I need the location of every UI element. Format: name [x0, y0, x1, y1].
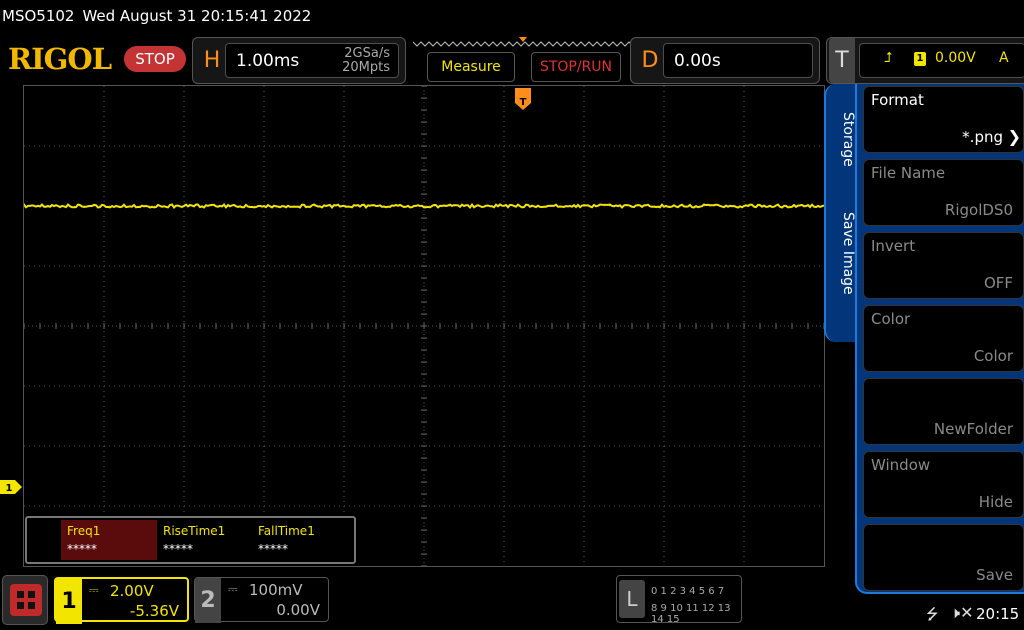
- menu-item-save[interactable]: Save: [863, 524, 1024, 591]
- dc-coupling-icon: ⎓: [89, 583, 99, 598]
- menu-item-value: Hide: [979, 493, 1013, 511]
- menu-item-window[interactable]: Window Hide: [863, 451, 1024, 518]
- channel-1-number: 1: [56, 579, 82, 624]
- menu-item-title: Window: [871, 456, 930, 474]
- waveform-display[interactable]: [23, 85, 825, 567]
- memory-overview-strip: [413, 37, 635, 51]
- trigger-level: 0.00V: [935, 50, 976, 66]
- home-button[interactable]: [2, 575, 48, 625]
- trigger-position-marker[interactable]: T: [515, 88, 531, 110]
- acquisition-info: 2GSa/s 20Mpts: [342, 47, 390, 75]
- grid-menu-icon: [10, 584, 42, 616]
- date-time: Wed August 31 20:15:41 2022: [82, 7, 311, 25]
- sound-muted-icon[interactable]: 🕨✕: [950, 603, 974, 623]
- system-clock: 20:15: [976, 605, 1019, 623]
- tab-storage[interactable]: Storage: [830, 112, 856, 167]
- measurement-name: FallTime1: [258, 524, 348, 538]
- status-line: MSO5102 Wed August 31 20:15:41 2022: [0, 0, 1024, 32]
- measurement-risetime[interactable]: RiseTime1 *****: [157, 520, 253, 560]
- side-menu: Format *.png ❯ File Name RigolDS0 Invert…: [855, 84, 1024, 594]
- menu-item-color[interactable]: Color Color: [863, 305, 1024, 372]
- trigger-mode: A: [999, 50, 1009, 66]
- timebase-value: 1.00ms: [236, 44, 299, 79]
- measurement-value: *****: [67, 542, 157, 556]
- trigger-panel[interactable]: T ⮥ 1 0.00V A: [826, 37, 1024, 84]
- measurement-falltime[interactable]: FallTime1 *****: [252, 520, 348, 560]
- stop-run-button[interactable]: STOP/RUN: [531, 52, 621, 82]
- tab-save-image[interactable]: Save Image: [830, 212, 856, 295]
- channel-1-panel[interactable]: 1 ⎓ 2.00V -5.36V: [54, 577, 189, 622]
- channel-1-marker-label: 1: [6, 483, 13, 494]
- delay-box: 0.00s: [663, 43, 813, 78]
- run-state-badge[interactable]: STOP: [124, 46, 186, 72]
- menu-tab-strip: Storage Save Image: [824, 84, 858, 342]
- trigger-source: 1: [914, 52, 926, 66]
- measurement-value: *****: [258, 542, 348, 556]
- measurement-value: *****: [163, 542, 253, 556]
- menu-item-title: Format: [871, 91, 924, 109]
- menu-item-invert[interactable]: Invert OFF: [863, 232, 1024, 299]
- sample-rate: 2GSa/s: [342, 47, 390, 61]
- channel-2-panel[interactable]: 2 ⎓ 100mV 0.00V: [194, 577, 329, 622]
- menu-item-value: Color: [974, 347, 1013, 365]
- delay-panel[interactable]: D 0.00s: [630, 37, 820, 84]
- trigger-marker-label: T: [520, 97, 527, 108]
- rising-edge-icon: ⮥: [884, 50, 892, 66]
- measurement-bar: Freq1 ***** RiseTime1 ***** FallTime1 **…: [25, 516, 356, 564]
- menu-item-value: OFF: [984, 274, 1013, 292]
- measure-button[interactable]: Measure: [427, 52, 515, 82]
- channel-1-ground-marker[interactable]: 1: [0, 480, 22, 494]
- rigol-logo: RIGOL: [8, 42, 111, 76]
- horizontal-box: 1.00ms 2GSa/s 20Mpts: [225, 43, 399, 78]
- delay-key: D: [635, 38, 665, 83]
- chevron-right-icon: ❯: [1008, 127, 1021, 146]
- dc-coupling-icon: ⎓: [228, 582, 238, 597]
- memory-depth: 20Mpts: [342, 61, 390, 75]
- trigger-key: T: [829, 38, 855, 83]
- menu-item-format[interactable]: Format *.png ❯: [863, 86, 1024, 153]
- menu-item-title: File Name: [871, 164, 945, 182]
- delay-value: 0.00s: [674, 44, 721, 79]
- channel-1-scale: 2.00V: [110, 582, 154, 600]
- model-name: MSO5102: [2, 7, 74, 25]
- menu-item-value: RigolDS0: [945, 201, 1013, 219]
- usb-icon: ⭍: [926, 604, 939, 629]
- horizontal-panel[interactable]: H 1.00ms 2GSa/s 20Mpts: [192, 37, 406, 84]
- menu-item-value: *.png: [962, 128, 1003, 146]
- menu-item-file-name[interactable]: File Name RigolDS0: [863, 159, 1024, 226]
- horizontal-key: H: [197, 38, 227, 83]
- measurement-name: RiseTime1: [163, 524, 253, 538]
- menu-item-title: Color: [871, 310, 910, 328]
- channel-2-scale: 100mV: [249, 581, 303, 599]
- channel-1-offset: -5.36V: [130, 602, 179, 620]
- logic-channels-row-1: 0 1 2 3 4 5 6 7: [651, 586, 724, 597]
- logic-key: L: [619, 580, 645, 618]
- menu-item-value: Save: [976, 566, 1013, 584]
- channel-2-offset: 0.00V: [276, 601, 320, 619]
- logic-channels-row-2: 8 9 10 11 12 13 14 15: [651, 603, 741, 625]
- channel-2-number: 2: [195, 578, 221, 623]
- logic-analyzer-panel[interactable]: L 0 1 2 3 4 5 6 7 8 9 10 11 12 13 14 15: [616, 575, 742, 623]
- measurement-freq[interactable]: Freq1 *****: [61, 520, 157, 560]
- menu-item-value: NewFolder: [934, 420, 1013, 438]
- menu-item-title: Invert: [871, 237, 915, 255]
- menu-item-new-folder[interactable]: NewFolder: [863, 378, 1024, 445]
- measurement-name: Freq1: [67, 524, 157, 538]
